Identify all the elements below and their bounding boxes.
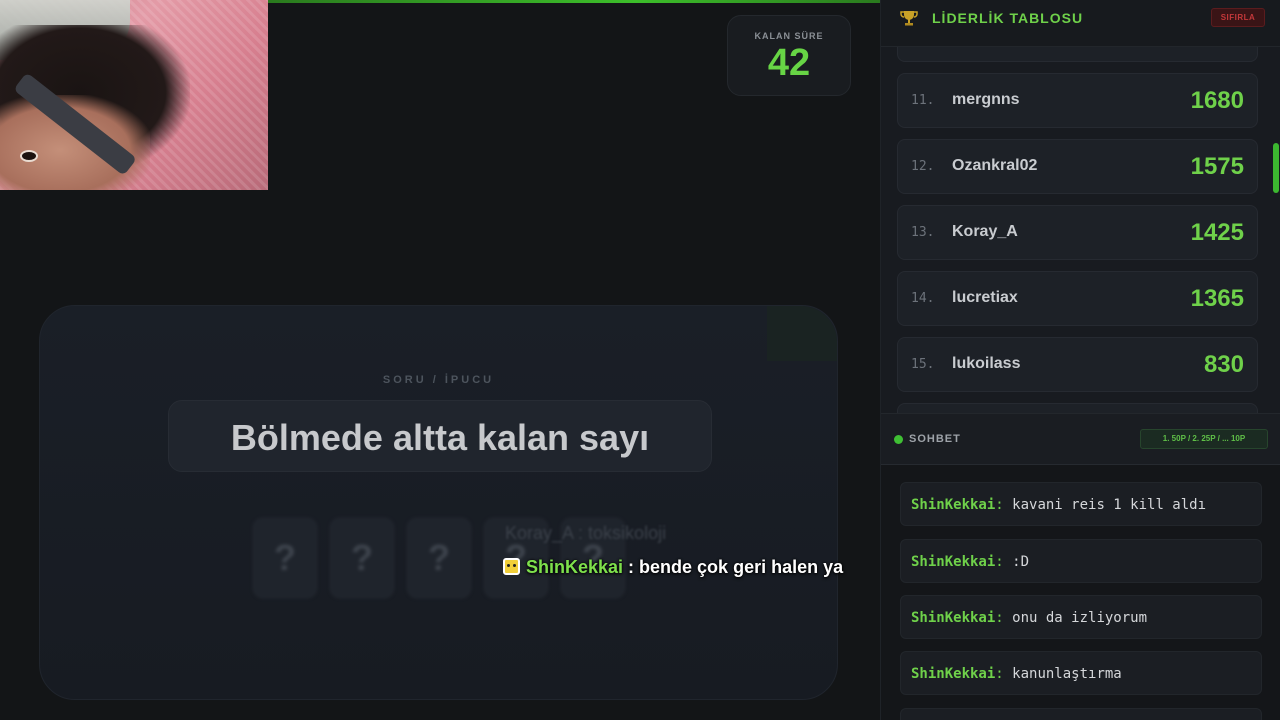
question-card-corner: [767, 306, 837, 361]
chat-text: onu da izliyorum: [1012, 610, 1148, 626]
player-name: lukoilass: [952, 355, 1021, 372]
leaderboard-list[interactable]: 11. mergnns 1680 12. Ozankral02 1575 13.…: [881, 47, 1280, 413]
player-score: 1680: [1190, 87, 1244, 114]
player-score: 1365: [1190, 285, 1244, 312]
leaderboard-row: 15. lukoilass 830: [897, 337, 1258, 392]
leaderboard-row: 12. Ozankral02 1575: [897, 139, 1258, 194]
webcam-eye: [20, 150, 38, 162]
chat-message: ShinKekkai: :D: [900, 539, 1262, 583]
chat-message: ShinKekkai: kavani reis 1 kill aldı: [900, 482, 1262, 526]
leaderboard-title: LİDERLİK TABLOSU: [932, 10, 1084, 26]
overlay-chat-line: ShinKekkai : bende çok geri halen ya: [503, 557, 843, 581]
chat-message: ShinKekkai: kanunlaştırma: [900, 651, 1262, 695]
question-card: SORU / İPUCU Bölmede altta kalan sayı ? …: [39, 305, 838, 700]
letter-tile: ?: [330, 518, 394, 598]
timer-value: 42: [767, 42, 811, 84]
leaderboard-row: 11. mergnns 1680: [897, 73, 1258, 128]
chat-message: ShinKekkai: onu da izliyorum: [900, 595, 1262, 639]
leaderboard-header: LİDERLİK TABLOSU SIFIRLA: [881, 0, 1280, 47]
question-box: Bölmede altta kalan sayı: [168, 400, 712, 472]
leaderboard-row: 13. Koray_A 1425: [897, 205, 1258, 260]
letter-tile-mark: ?: [351, 537, 373, 578]
player-score: 1575: [1190, 153, 1244, 180]
rank: 11.: [911, 93, 935, 108]
rank: 12.: [911, 159, 935, 174]
live-dot-icon: [894, 435, 903, 444]
overlay-chat-user: ShinKekkai: [526, 557, 624, 577]
timer-card: KALAN SÜRE 42: [727, 15, 851, 96]
leaderboard-row-partial: [897, 403, 1258, 413]
chat-text: :D: [1012, 554, 1030, 570]
player-name: Ozankral02: [952, 157, 1038, 174]
chat-user: ShinKekkai: [911, 666, 996, 682]
player-score: 830: [1203, 351, 1244, 378]
points-badge: 1. 50P / 2. 25P / ... 10P: [1140, 429, 1268, 449]
faded-chat-message: Koray_A : toksikoloji: [505, 523, 667, 543]
side-panel: LİDERLİK TABLOSU SIFIRLA 11. mergnns 168…: [880, 0, 1280, 720]
rank: 14.: [911, 291, 935, 306]
chat-text: kavani reis 1 kill aldı: [1012, 497, 1207, 513]
rank: 13.: [911, 225, 935, 240]
chat-list[interactable]: ShinKekkai: kavani reis 1 kill aldı Shin…: [881, 465, 1280, 720]
question-label: SORU / İPUCU: [382, 374, 495, 386]
timer-label: KALAN SÜRE: [754, 31, 824, 41]
letter-tile-mark: ?: [428, 537, 450, 578]
leaderboard-row-partial: [897, 47, 1258, 62]
chat-message-partial: [900, 708, 1262, 720]
chat-title: SOHBET: [909, 433, 961, 445]
chat-user: ShinKekkai: [911, 610, 996, 626]
chat-header: SOHBET 1. 50P / 2. 25P / ... 10P: [881, 413, 1280, 465]
reset-button[interactable]: SIFIRLA: [1211, 8, 1265, 27]
player-name: Koray_A: [952, 223, 1018, 240]
stream-screen: KALAN SÜRE 42 SORU / İPUCU Bölmede altta…: [0, 0, 1280, 720]
leaderboard-scrollbar[interactable]: [1273, 143, 1279, 193]
round-progress-bar: [268, 0, 880, 3]
chat-user: ShinKekkai: [911, 554, 996, 570]
player-score: 1425: [1190, 219, 1244, 246]
question-text: Bölmede altta kalan sayı: [230, 417, 650, 458]
rank: 15.: [911, 357, 935, 372]
player-name: lucretiax: [952, 289, 1018, 306]
letter-tile-mark: ?: [274, 537, 296, 578]
player-name: mergnns: [952, 91, 1020, 108]
letter-tile: ?: [407, 518, 471, 598]
trophy-icon: [900, 9, 918, 27]
emote-icon: [503, 558, 520, 575]
chat-user: ShinKekkai: [911, 497, 996, 513]
letter-tile: ?: [253, 518, 317, 598]
overlay-chat-text: : bende çok geri halen ya: [623, 557, 844, 577]
chat-text: kanunlaştırma: [1012, 666, 1122, 682]
webcam-feed: [0, 0, 268, 190]
leaderboard-row: 14. lucretiax 1365: [897, 271, 1258, 326]
